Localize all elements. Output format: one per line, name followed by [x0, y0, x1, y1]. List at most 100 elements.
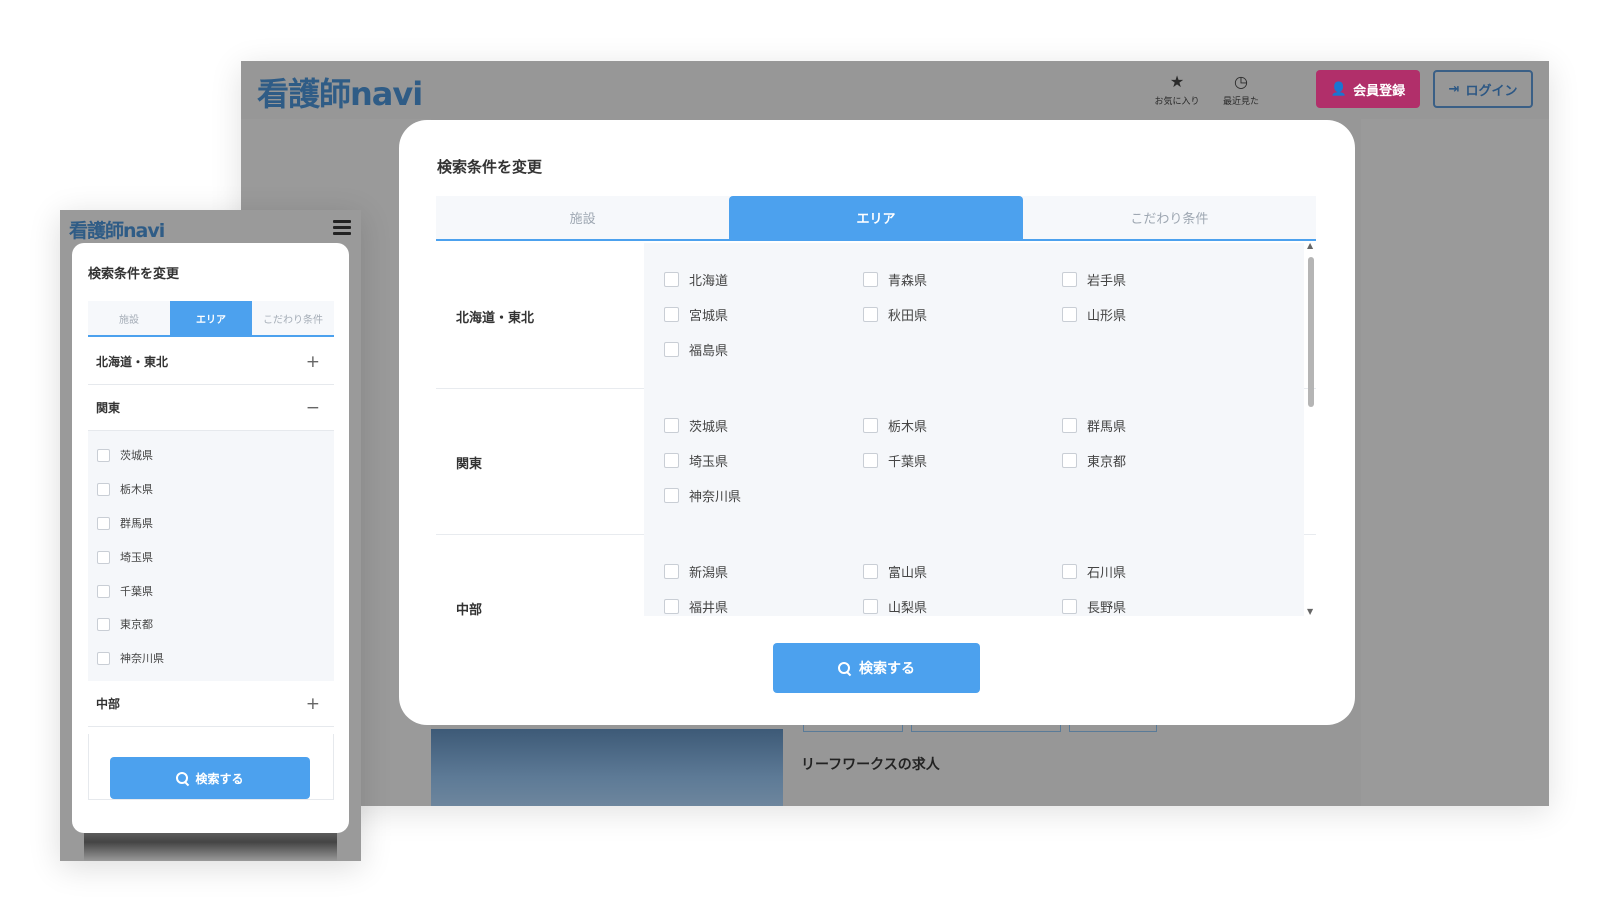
- checkbox[interactable]: [863, 453, 878, 468]
- prefecture-label: 山形県: [1087, 309, 1127, 324]
- search-label: 検索する: [195, 771, 244, 786]
- checkbox[interactable]: [1062, 418, 1077, 433]
- hamburger-menu-icon[interactable]: [333, 220, 351, 236]
- checkbox[interactable]: [863, 599, 878, 614]
- prefecture-checkbox[interactable]: 青森県: [863, 270, 927, 289]
- checkbox[interactable]: [97, 550, 110, 564]
- accordion-label: 中部: [96, 697, 121, 711]
- register-button[interactable]: 👤 会員登録: [1316, 70, 1420, 108]
- prefecture-checkbox[interactable]: 新潟県: [664, 562, 728, 581]
- prefecture-checkbox[interactable]: 岩手県: [1062, 270, 1126, 289]
- tab-bar: 施設 エリア こだわり条件: [436, 196, 1316, 241]
- prefecture-checkbox[interactable]: 富山県: [863, 562, 927, 581]
- prefecture-checkbox[interactable]: 宮城県: [664, 305, 728, 324]
- prefecture-label: 北海道: [689, 274, 729, 289]
- checkbox[interactable]: [97, 617, 110, 631]
- mobile-modal-title: 検索条件を変更: [88, 267, 180, 282]
- prefecture-label: 千葉県: [120, 585, 153, 598]
- mobile-site-logo[interactable]: 看護師navi: [69, 216, 165, 243]
- prefecture-checkbox[interactable]: 長野県: [1062, 597, 1126, 616]
- desktop-mockup: 看護師navi ★ お気に入り ◷ 最近見た 👤 会員登録 ⇥ ログイン リーフ…: [241, 61, 1549, 806]
- checkbox[interactable]: [863, 307, 878, 322]
- checkbox[interactable]: [664, 599, 679, 614]
- region-kanto: 関東 茨城県 栃木県 群馬県 埼玉県 千葉県 東京都 神奈川県: [436, 389, 1316, 535]
- mobile-tab-area[interactable]: エリア: [170, 301, 252, 335]
- checkbox[interactable]: [97, 651, 110, 665]
- search-button[interactable]: 検索する: [773, 643, 980, 693]
- mobile-tab-preferences[interactable]: こだわり条件: [252, 301, 334, 335]
- tab-facility[interactable]: 施設: [436, 196, 729, 239]
- checkbox[interactable]: [664, 418, 679, 433]
- checkbox[interactable]: [97, 482, 110, 496]
- prefecture-checkbox[interactable]: 東京都: [97, 616, 153, 632]
- prefecture-checkbox[interactable]: 茨城県: [97, 447, 153, 463]
- register-label: 会員登録: [1353, 83, 1406, 99]
- site-logo[interactable]: 看護師navi: [257, 69, 423, 115]
- checkbox[interactable]: [664, 272, 679, 287]
- prefecture-checkbox[interactable]: 埼玉県: [664, 451, 728, 470]
- prefecture-checkbox[interactable]: 栃木県: [97, 481, 153, 497]
- prefecture-label: 茨城県: [120, 449, 153, 462]
- prefecture-checkbox[interactable]: 千葉県: [863, 451, 927, 470]
- prefecture-checkbox[interactable]: 茨城県: [664, 416, 728, 435]
- accordion-label: 北海道・東北: [96, 355, 169, 369]
- checkbox[interactable]: [1062, 453, 1077, 468]
- expand-plus-icon[interactable]: +: [306, 694, 320, 714]
- prefecture-checkbox[interactable]: 栃木県: [863, 416, 927, 435]
- collapse-minus-icon[interactable]: −: [306, 398, 320, 418]
- scroll-down-arrow-icon[interactable]: ▼: [1307, 607, 1313, 616]
- prefecture-checkbox[interactable]: 山形県: [1062, 305, 1126, 324]
- recent-link[interactable]: ◷ 最近見た: [1213, 73, 1269, 108]
- checkbox[interactable]: [97, 516, 110, 530]
- prefecture-label: 埼玉県: [120, 551, 153, 564]
- mobile-tab-bar: 施設 エリア こだわり条件: [88, 301, 334, 337]
- checkbox[interactable]: [664, 342, 679, 357]
- accordion-chubu[interactable]: 中部 +: [88, 681, 334, 727]
- user-plus-icon: 👤: [1330, 81, 1348, 97]
- tab-preferences[interactable]: こだわり条件: [1023, 196, 1316, 239]
- prefecture-checkbox[interactable]: 千葉県: [97, 583, 153, 599]
- prefecture-checkbox[interactable]: 神奈川県: [97, 650, 164, 666]
- prefecture-checkbox[interactable]: 石川県: [1062, 562, 1126, 581]
- login-button[interactable]: ⇥ ログイン: [1433, 70, 1533, 108]
- checkbox[interactable]: [1062, 307, 1077, 322]
- prefecture-checkbox[interactable]: 福井県: [664, 597, 728, 616]
- checkbox[interactable]: [863, 564, 878, 579]
- favorites-link[interactable]: ★ お気に入り: [1149, 73, 1205, 108]
- expand-plus-icon[interactable]: +: [306, 352, 320, 372]
- tab-area[interactable]: エリア: [729, 196, 1023, 239]
- checkbox[interactable]: [863, 418, 878, 433]
- area-scrollbar[interactable]: ▲ ▼: [1305, 241, 1317, 616]
- mobile-search-button[interactable]: 検索する: [110, 757, 310, 799]
- checkbox[interactable]: [664, 564, 679, 579]
- accordion-hokkaido-tohoku[interactable]: 北海道・東北 +: [88, 339, 334, 385]
- prefecture-checkbox[interactable]: 福島県: [664, 340, 728, 359]
- checkbox[interactable]: [664, 453, 679, 468]
- mobile-tab-facility[interactable]: 施設: [88, 301, 170, 335]
- checkbox[interactable]: [1062, 272, 1077, 287]
- prefecture-label: 東京都: [120, 618, 153, 631]
- scroll-up-arrow-icon[interactable]: ▲: [1307, 241, 1313, 250]
- checkbox[interactable]: [664, 488, 679, 503]
- prefecture-checkbox[interactable]: 東京都: [1062, 451, 1126, 470]
- checkbox[interactable]: [1062, 564, 1077, 579]
- checkbox[interactable]: [863, 272, 878, 287]
- prefecture-label: 栃木県: [888, 420, 928, 435]
- prefecture-checkbox[interactable]: 群馬県: [97, 515, 153, 531]
- checkbox[interactable]: [664, 307, 679, 322]
- checkbox[interactable]: [1062, 599, 1077, 614]
- prefecture-checkbox[interactable]: 秋田県: [863, 305, 927, 324]
- checkbox[interactable]: [97, 448, 110, 462]
- checkbox[interactable]: [97, 584, 110, 598]
- prefecture-checkbox[interactable]: 群馬県: [1062, 416, 1126, 435]
- area-list[interactable]: 北海道・東北 北海道 青森県 岩手県 宮城県 秋田県 山形県 福島県 関東 茨城…: [436, 243, 1316, 616]
- search-icon: [838, 661, 851, 675]
- prefecture-checkbox[interactable]: 神奈川県: [664, 486, 741, 505]
- prefecture-label: 富山県: [888, 566, 928, 581]
- accordion-kanto[interactable]: 関東 −: [88, 385, 334, 431]
- prefecture-checkbox[interactable]: 北海道: [664, 270, 728, 289]
- prefecture-checkbox[interactable]: 埼玉県: [97, 549, 153, 565]
- prefecture-label: 山梨県: [888, 601, 928, 616]
- prefecture-checkbox[interactable]: 山梨県: [863, 597, 927, 616]
- scroll-thumb[interactable]: [1308, 257, 1314, 407]
